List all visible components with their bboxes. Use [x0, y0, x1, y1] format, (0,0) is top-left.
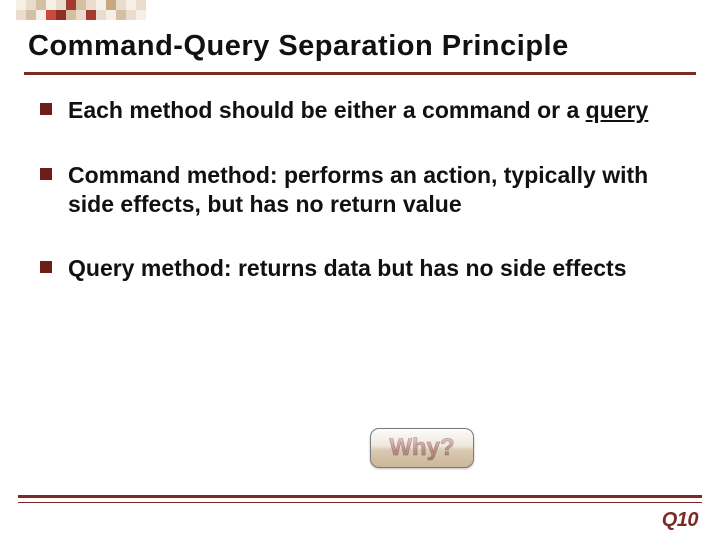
why-button-label: Why? [389, 434, 454, 461]
bullet-text: Command method: performs an action, typi… [68, 161, 672, 219]
list-item: Query method: returns data but has no si… [40, 254, 672, 283]
question-number: Q10 [662, 509, 698, 532]
list-item: Each method should be either a command o… [40, 96, 672, 125]
title-underline [24, 72, 696, 75]
bullet-text: Query method: returns data but has no si… [68, 254, 627, 283]
list-item: Command method: performs an action, typi… [40, 161, 672, 219]
corner-decoration [16, 0, 146, 20]
footer-rule-thick [18, 495, 702, 498]
slide-body: Each method should be either a command o… [40, 96, 672, 319]
footer-rule-thin [18, 502, 702, 503]
why-button[interactable]: Why? [370, 428, 474, 468]
slide-title: Command-Query Separation Principle [28, 30, 700, 63]
bullet-text: Each method should be either a command o… [68, 96, 648, 125]
square-bullet-icon [40, 103, 52, 115]
square-bullet-icon [40, 261, 52, 273]
square-bullet-icon [40, 168, 52, 180]
